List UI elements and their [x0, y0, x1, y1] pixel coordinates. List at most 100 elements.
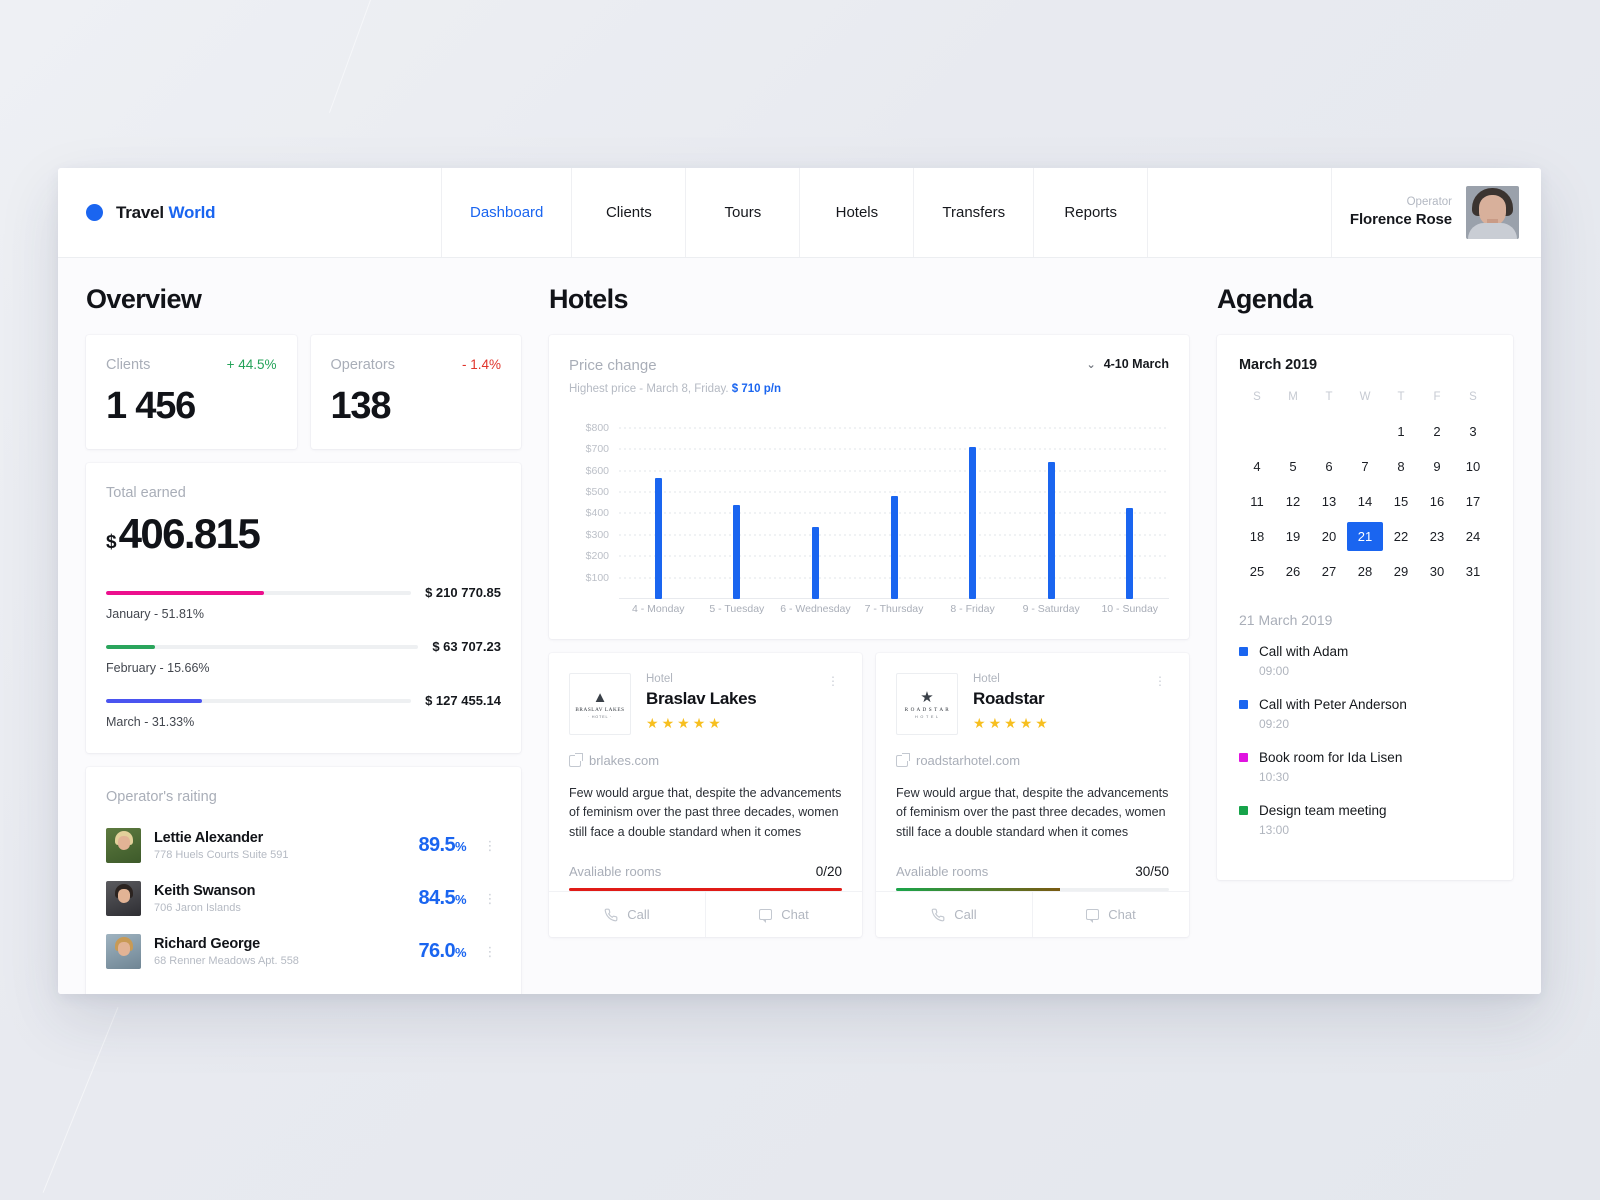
month-bar-fill-january [106, 590, 265, 595]
calendar-day[interactable]: 22 [1383, 522, 1419, 551]
kpi-card-operators[interactable]: Operators - 1.4% 138 [310, 335, 521, 449]
hotel-menu-icon[interactable]: ⋮ [824, 673, 842, 735]
chart-bar-cell[interactable] [698, 415, 777, 599]
hotel-chat-button[interactable]: Chat [705, 892, 862, 938]
chart-bar[interactable] [890, 496, 898, 599]
calendar-day[interactable]: 7 [1347, 452, 1383, 481]
hotel-chat-button[interactable]: Chat [1032, 892, 1189, 938]
hotel-menu-icon[interactable]: ⋮ [1151, 673, 1169, 735]
calendar-day[interactable]: 24 [1455, 522, 1491, 551]
user-meta: Operator Florence Rose [1350, 195, 1452, 229]
calendar-day[interactable]: 27 [1311, 557, 1347, 586]
price-chart-highest-price: $ 710 p/n [731, 383, 781, 395]
hotel-call-button[interactable]: Call [549, 892, 705, 937]
calendar-day[interactable]: 6 [1311, 452, 1347, 481]
chart-bar[interactable] [969, 447, 977, 599]
month-amount-march: $ 127 455.14 [425, 693, 501, 708]
operator-menu-icon[interactable]: ⋮ [479, 945, 501, 958]
nav-item-dashboard[interactable]: Dashboard [442, 168, 573, 257]
hotel-call-button[interactable]: Call [876, 892, 1032, 937]
chart-bar[interactable] [733, 504, 741, 599]
calendar-day[interactable]: 28 [1347, 557, 1383, 586]
calendar-day[interactable]: 17 [1455, 487, 1491, 516]
hotel-description: Few would argue that, despite the advanc… [569, 786, 842, 839]
star-icon: ★ [646, 715, 659, 731]
calendar-day[interactable]: 20 [1311, 522, 1347, 551]
calendar-day[interactable]: 15 [1383, 487, 1419, 516]
calendar-day[interactable]: 26 [1275, 557, 1311, 586]
calendar-day[interactable]: 29 [1383, 557, 1419, 586]
calendar-day[interactable]: 12 [1275, 487, 1311, 516]
brand-logo[interactable]: Travel World [58, 168, 442, 257]
chart-bar-cell[interactable] [1012, 415, 1091, 599]
agenda-event[interactable]: Design team meeting 13:00 [1239, 803, 1491, 837]
chart-bar-cell[interactable] [1090, 415, 1169, 599]
calendar-day[interactable]: 10 [1455, 452, 1491, 481]
nav-item-reports[interactable]: Reports [1034, 168, 1149, 257]
hotel-website-label: roadstarhotel.com [916, 753, 1021, 768]
hotel-website-label: brlakes.com [589, 753, 660, 768]
chart-bar-cell[interactable] [855, 415, 934, 599]
chart-bar[interactable] [811, 527, 819, 599]
calendar-day[interactable]: 14 [1347, 487, 1383, 516]
star-icon: ★ [973, 715, 986, 731]
chart-bar[interactable] [1047, 462, 1055, 599]
hotel-call-label: Call [627, 907, 650, 923]
hotels-column: Hotels Price change Highest price - Marc… [535, 258, 1203, 994]
hotel-card[interactable]: ★ R O A D S T A RH O T E L Hotel Roadstar ★ ★… [876, 653, 1189, 938]
operator-menu-icon[interactable]: ⋮ [479, 839, 501, 852]
hotels-title: Hotels [549, 284, 629, 314]
star-icon: ★ [1035, 715, 1048, 731]
calendar-day-selected[interactable]: 21 [1347, 522, 1383, 551]
calendar-day[interactable]: 4 [1239, 452, 1275, 481]
operator-row[interactable]: Keith Swanson 706 Jaron Islands 84.5% ⋮ [106, 872, 501, 925]
chart-bar[interactable] [1126, 508, 1134, 599]
nav-item-hotels[interactable]: Hotels [800, 168, 915, 257]
chart-bar-cell[interactable] [619, 415, 698, 599]
hotel-website-link[interactable]: roadstarhotel.com [896, 752, 1169, 768]
kpi-card-clients[interactable]: Clients + 44.5% 1 456 [86, 335, 297, 449]
agenda-event[interactable]: Book room for Ida Lisen 10:30 [1239, 750, 1491, 784]
calendar-day[interactable]: 23 [1419, 522, 1455, 551]
hotel-kind: Hotel [646, 673, 673, 685]
calendar-day[interactable]: 18 [1239, 522, 1275, 551]
nav-item-transfers[interactable]: Transfers [914, 168, 1035, 257]
chart-x-axis: 4 - Monday 5 - Tuesday 6 - Wednesday 7 - Th… [619, 603, 1169, 625]
chart-bar-cell[interactable] [933, 415, 1012, 599]
event-name: Call with Adam [1259, 644, 1349, 659]
nav-item-tours[interactable]: Tours [686, 168, 801, 257]
operator-row[interactable]: Richard George 68 Renner Meadows Apt. 558… [106, 925, 501, 978]
calendar-day[interactable]: 1 [1383, 417, 1419, 446]
calendar-day[interactable]: 9 [1419, 452, 1455, 481]
avatar[interactable] [1466, 186, 1519, 239]
operator-menu-icon[interactable]: ⋮ [479, 892, 501, 905]
operator-row[interactable]: Lettie Alexander 778 Huels Courts Suite 5… [106, 819, 501, 872]
calendar-day[interactable]: 3 [1455, 417, 1491, 446]
calendar-weekday: M [1288, 391, 1298, 403]
calendar-day[interactable]: 25 [1239, 557, 1275, 586]
calendar-day[interactable]: 2 [1419, 417, 1455, 446]
calendar-day[interactable]: 11 [1239, 487, 1275, 516]
month-bar-fill-march [106, 698, 202, 703]
user-account[interactable]: Operator Florence Rose [1332, 168, 1541, 257]
calendar-day[interactable]: 19 [1275, 522, 1311, 551]
chart-bar[interactable] [654, 478, 662, 599]
agenda-event[interactable]: Call with Adam 09:00 [1239, 644, 1491, 678]
hotel-card[interactable]: ▲ BRASLAV LAKES · HOTEL · Hotel Braslav Lake… [549, 653, 862, 938]
calendar-day[interactable]: 31 [1455, 557, 1491, 586]
event-color-dot [1239, 753, 1248, 762]
star-icon: ★ [1019, 715, 1033, 731]
star-icon: ★ [1004, 715, 1017, 731]
calendar-day[interactable]: 30 [1419, 557, 1455, 586]
calendar-day[interactable]: 5 [1275, 452, 1311, 481]
calendar-day[interactable]: 16 [1419, 487, 1455, 516]
date-range-selector[interactable]: ⌄ 4-10 March [1086, 357, 1169, 371]
calendar-weekday: W [1359, 391, 1371, 403]
chart-bar-cell[interactable] [776, 415, 855, 599]
nav-item-clients[interactable]: Clients [572, 168, 687, 257]
agenda-event[interactable]: Call with Peter Anderson 09:20 [1239, 697, 1491, 731]
calendar-day[interactable]: 13 [1311, 487, 1347, 516]
hotel-website-link[interactable]: brlakes.com [569, 752, 842, 768]
calendar-day[interactable]: 8 [1383, 452, 1419, 481]
total-earned-currency: $ [106, 532, 117, 553]
